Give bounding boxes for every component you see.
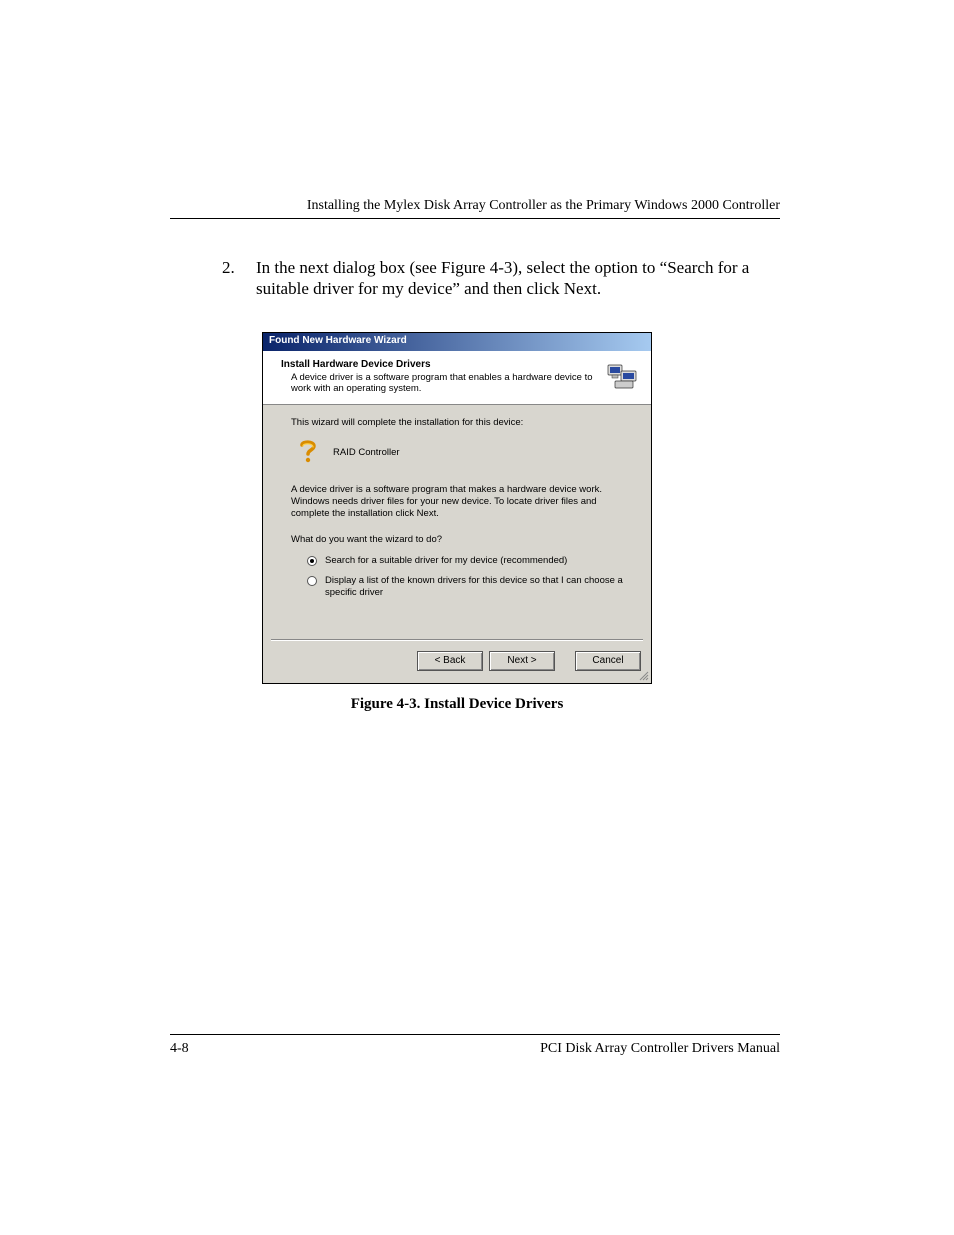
step-2: 2. In the next dialog box (see Figure 4-… <box>170 257 780 300</box>
wizard-prompt: What do you want the wizard to do? <box>291 534 623 545</box>
wizard-titlebar: Found New Hardware Wizard <box>263 333 651 351</box>
wizard-intro-text: This wizard will complete the installati… <box>291 417 623 428</box>
next-button[interactable]: Next > <box>489 651 555 671</box>
wizard-description: A device driver is a software program th… <box>291 484 623 520</box>
wizard-header-title: Install Hardware Device Drivers <box>281 359 597 370</box>
step-text: In the next dialog box (see Figure 4-3),… <box>256 257 780 300</box>
found-new-hardware-wizard: Found New Hardware Wizard Install Hardwa… <box>262 332 652 684</box>
resize-grip-icon <box>637 669 649 681</box>
manual-title: PCI Disk Array Controller Drivers Manual <box>540 1041 780 1057</box>
step-number: 2. <box>222 257 242 300</box>
device-name: RAID Controller <box>333 447 400 458</box>
wizard-header: Install Hardware Device Drivers A device… <box>263 351 651 406</box>
page-number: 4-8 <box>170 1041 189 1057</box>
option-display-list[interactable]: Display a list of the known drivers for … <box>307 575 623 599</box>
radio-unselected-icon <box>307 576 317 586</box>
option-search-label: Search for a suitable driver for my devi… <box>325 555 567 567</box>
back-button[interactable]: < Back <box>417 651 483 671</box>
page-footer: 4-8 PCI Disk Array Controller Drivers Ma… <box>170 1034 780 1057</box>
running-header: Installing the Mylex Disk Array Controll… <box>170 198 780 219</box>
devices-icon <box>605 359 639 393</box>
cancel-button[interactable]: Cancel <box>575 651 641 671</box>
radio-selected-icon <box>307 556 317 566</box>
figure-caption: Figure 4-3. Install Device Drivers <box>262 696 652 713</box>
question-mark-icon <box>297 438 319 466</box>
option-display-label: Display a list of the known drivers for … <box>325 575 623 599</box>
wizard-header-subtitle: A device driver is a software program th… <box>281 372 597 395</box>
option-search-driver[interactable]: Search for a suitable driver for my devi… <box>307 555 623 567</box>
